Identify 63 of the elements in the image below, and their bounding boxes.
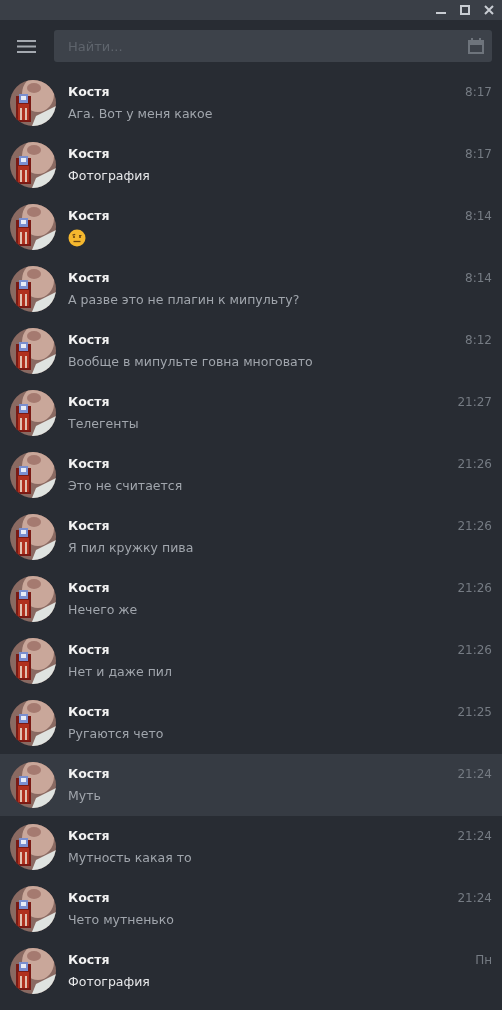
message-preview: Телегенты	[68, 414, 140, 433]
chat-list-item[interactable]: Костя 21:25 Ругаются чето	[0, 692, 502, 754]
contact-name: Костя	[68, 207, 110, 223]
contact-name: Костя	[68, 889, 110, 905]
media-label: Фотография	[68, 972, 151, 991]
chat-list-item[interactable]: Костя 21:26 Это не считается	[0, 444, 502, 506]
menu-icon[interactable]	[17, 39, 36, 53]
message-preview: Я пил кружку пива	[68, 538, 195, 557]
message-time: 8:14	[465, 208, 492, 223]
chat-list-item[interactable]: Костя 8:12 Вообще в мипульте говна многовато	[0, 320, 502, 382]
chat-list-item[interactable]: Костя 8:17 Ага. Вот у меня какое	[0, 72, 502, 134]
contact-name: Костя	[68, 269, 110, 285]
message-preview: Нечего же	[68, 600, 139, 619]
chat-list-item[interactable]: Костя 21:26 Нечего же	[0, 568, 502, 630]
contact-name: Костя	[68, 145, 110, 161]
message-time: 21:26	[457, 518, 492, 533]
chat-list-item[interactable]: Костя 21:24 Мутность какая то	[0, 816, 502, 878]
chat-list-item[interactable]: Костя 8:14	[0, 196, 502, 258]
chat-list-item[interactable]: Костя Пн Фотография	[0, 940, 502, 1002]
chat-list-item[interactable]: Костя 21:26 Нет и даже пил	[0, 630, 502, 692]
contact-name: Костя	[68, 579, 110, 595]
message-preview: Вообще в мипульте говна многовато	[68, 352, 314, 371]
message-preview: Чето мутненько	[68, 910, 175, 929]
message-time: 21:26	[457, 642, 492, 657]
contact-name: Костя	[68, 765, 110, 781]
contact-name: Костя	[68, 951, 110, 967]
contact-name: Костя	[68, 517, 110, 533]
message-time: 8:17	[465, 146, 492, 161]
close-icon[interactable]	[484, 5, 494, 15]
message-time: 8:12	[465, 332, 492, 347]
message-time: 21:26	[457, 456, 492, 471]
chat-list-item[interactable]: Костя 8:17 Фотография	[0, 134, 502, 196]
message-time: Пн	[475, 952, 492, 967]
message-time: 21:27	[457, 394, 492, 409]
contact-name: Костя	[68, 393, 110, 409]
message-preview: Нет и даже пил	[68, 662, 173, 681]
contact-name: Костя	[68, 641, 110, 657]
chat-list-item[interactable]: Костя 8:14 А разве это не плагин к мипульту?	[0, 258, 502, 320]
message-time: 21:25	[457, 704, 492, 719]
emoji-icon	[68, 228, 86, 247]
message-preview: Ругаются чето	[68, 724, 165, 743]
chat-list-item[interactable]: Костя 21:24 Чето мутненько	[0, 878, 502, 940]
message-time: 8:14	[465, 270, 492, 285]
message-preview: А разве это не плагин к мипульту?	[68, 290, 301, 309]
contact-name: Костя	[68, 703, 110, 719]
contact-name: Костя	[68, 83, 110, 99]
contact-name: Костя	[68, 331, 110, 347]
contact-name: Костя	[68, 455, 110, 471]
chat-list-item[interactable]: Костя 21:27 Телегенты	[0, 382, 502, 444]
chat-list-item[interactable]: Костя 21:26 Я пил кружку пива	[0, 506, 502, 568]
message-preview: Это не считается	[68, 476, 184, 495]
contact-name: Костя	[68, 827, 110, 843]
message-preview: Мутность какая то	[68, 848, 193, 867]
message-time: 8:17	[465, 84, 492, 99]
message-time: 21:24	[457, 890, 492, 905]
message-preview: Ага. Вот у меня какое	[68, 104, 214, 123]
message-time: 21:24	[457, 828, 492, 843]
maximize-icon[interactable]	[460, 5, 470, 15]
media-label: Фотография	[68, 166, 151, 185]
message-preview: Муть	[68, 786, 102, 805]
message-time: 21:24	[457, 766, 492, 781]
chat-list-item[interactable]: Костя 21:24 Муть	[0, 754, 502, 816]
message-time: 21:26	[457, 580, 492, 595]
